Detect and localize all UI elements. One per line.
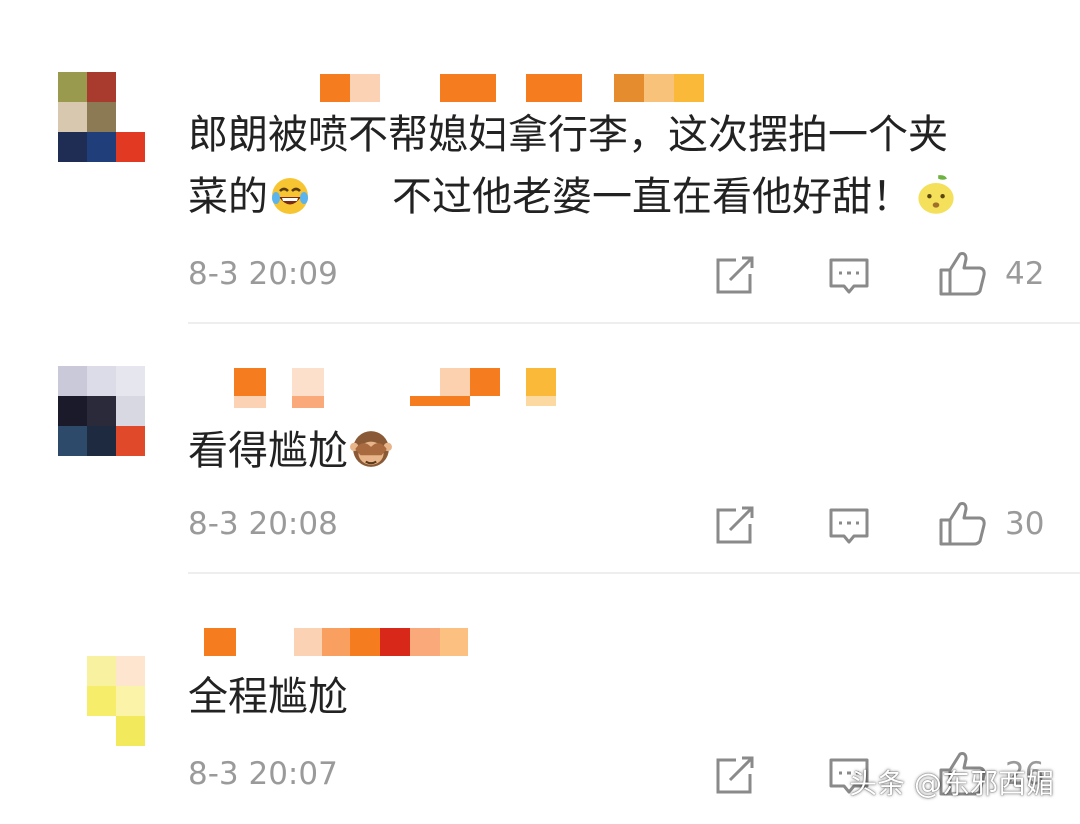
share-icon[interactable]: [714, 506, 756, 546]
avatar[interactable]: [58, 626, 174, 746]
pear-face-emoji-icon: [918, 175, 954, 214]
comment-text-part: 不过他老婆一直在看他好甜！: [392, 174, 912, 220]
comment-time: 8-3 20:08: [188, 506, 338, 542]
avatar[interactable]: [58, 366, 174, 456]
share-icon[interactable]: [714, 256, 756, 296]
comment-text: 郎朗被喷不帮媳妇拿行李，这次摆拍一个夹 菜的 不过他老婆一直在看他好甜！: [188, 104, 1068, 228]
reply-comment-icon[interactable]: [828, 506, 870, 548]
comment-text: 看得尴尬: [188, 420, 1068, 482]
username-mosaic[interactable]: [300, 74, 710, 102]
comment-text-part: 菜的: [188, 174, 268, 220]
comment-text-line1: 郎朗被喷不帮媳妇拿行李，这次摆拍一个夹: [188, 112, 948, 158]
like-count: 30: [1005, 506, 1045, 542]
share-icon[interactable]: [714, 756, 756, 796]
comment-text-part: 看得尴尬: [188, 428, 348, 474]
comment-text-line2: 菜的 不过他老婆一直在看他好甜！: [188, 166, 1068, 228]
avatar[interactable]: [58, 72, 174, 162]
like-count: 42: [1005, 256, 1045, 292]
reply-comment-icon[interactable]: [828, 256, 870, 298]
divider: [188, 322, 1080, 324]
comment-time: 8-3 20:07: [188, 756, 338, 792]
like-thumb-icon[interactable]: [938, 500, 988, 548]
comment-time: 8-3 20:09: [188, 256, 338, 292]
username-mosaic[interactable]: [230, 368, 570, 408]
like-thumb-icon[interactable]: [938, 250, 988, 298]
username-mosaic[interactable]: [200, 628, 480, 656]
see-no-evil-monkey-emoji-icon: [350, 431, 392, 467]
comment-text: 全程尴尬: [188, 674, 348, 720]
divider: [188, 572, 1080, 574]
laughing-crying-emoji-icon: [272, 178, 308, 214]
watermark: 头条 @东邪西媚: [849, 767, 1054, 800]
